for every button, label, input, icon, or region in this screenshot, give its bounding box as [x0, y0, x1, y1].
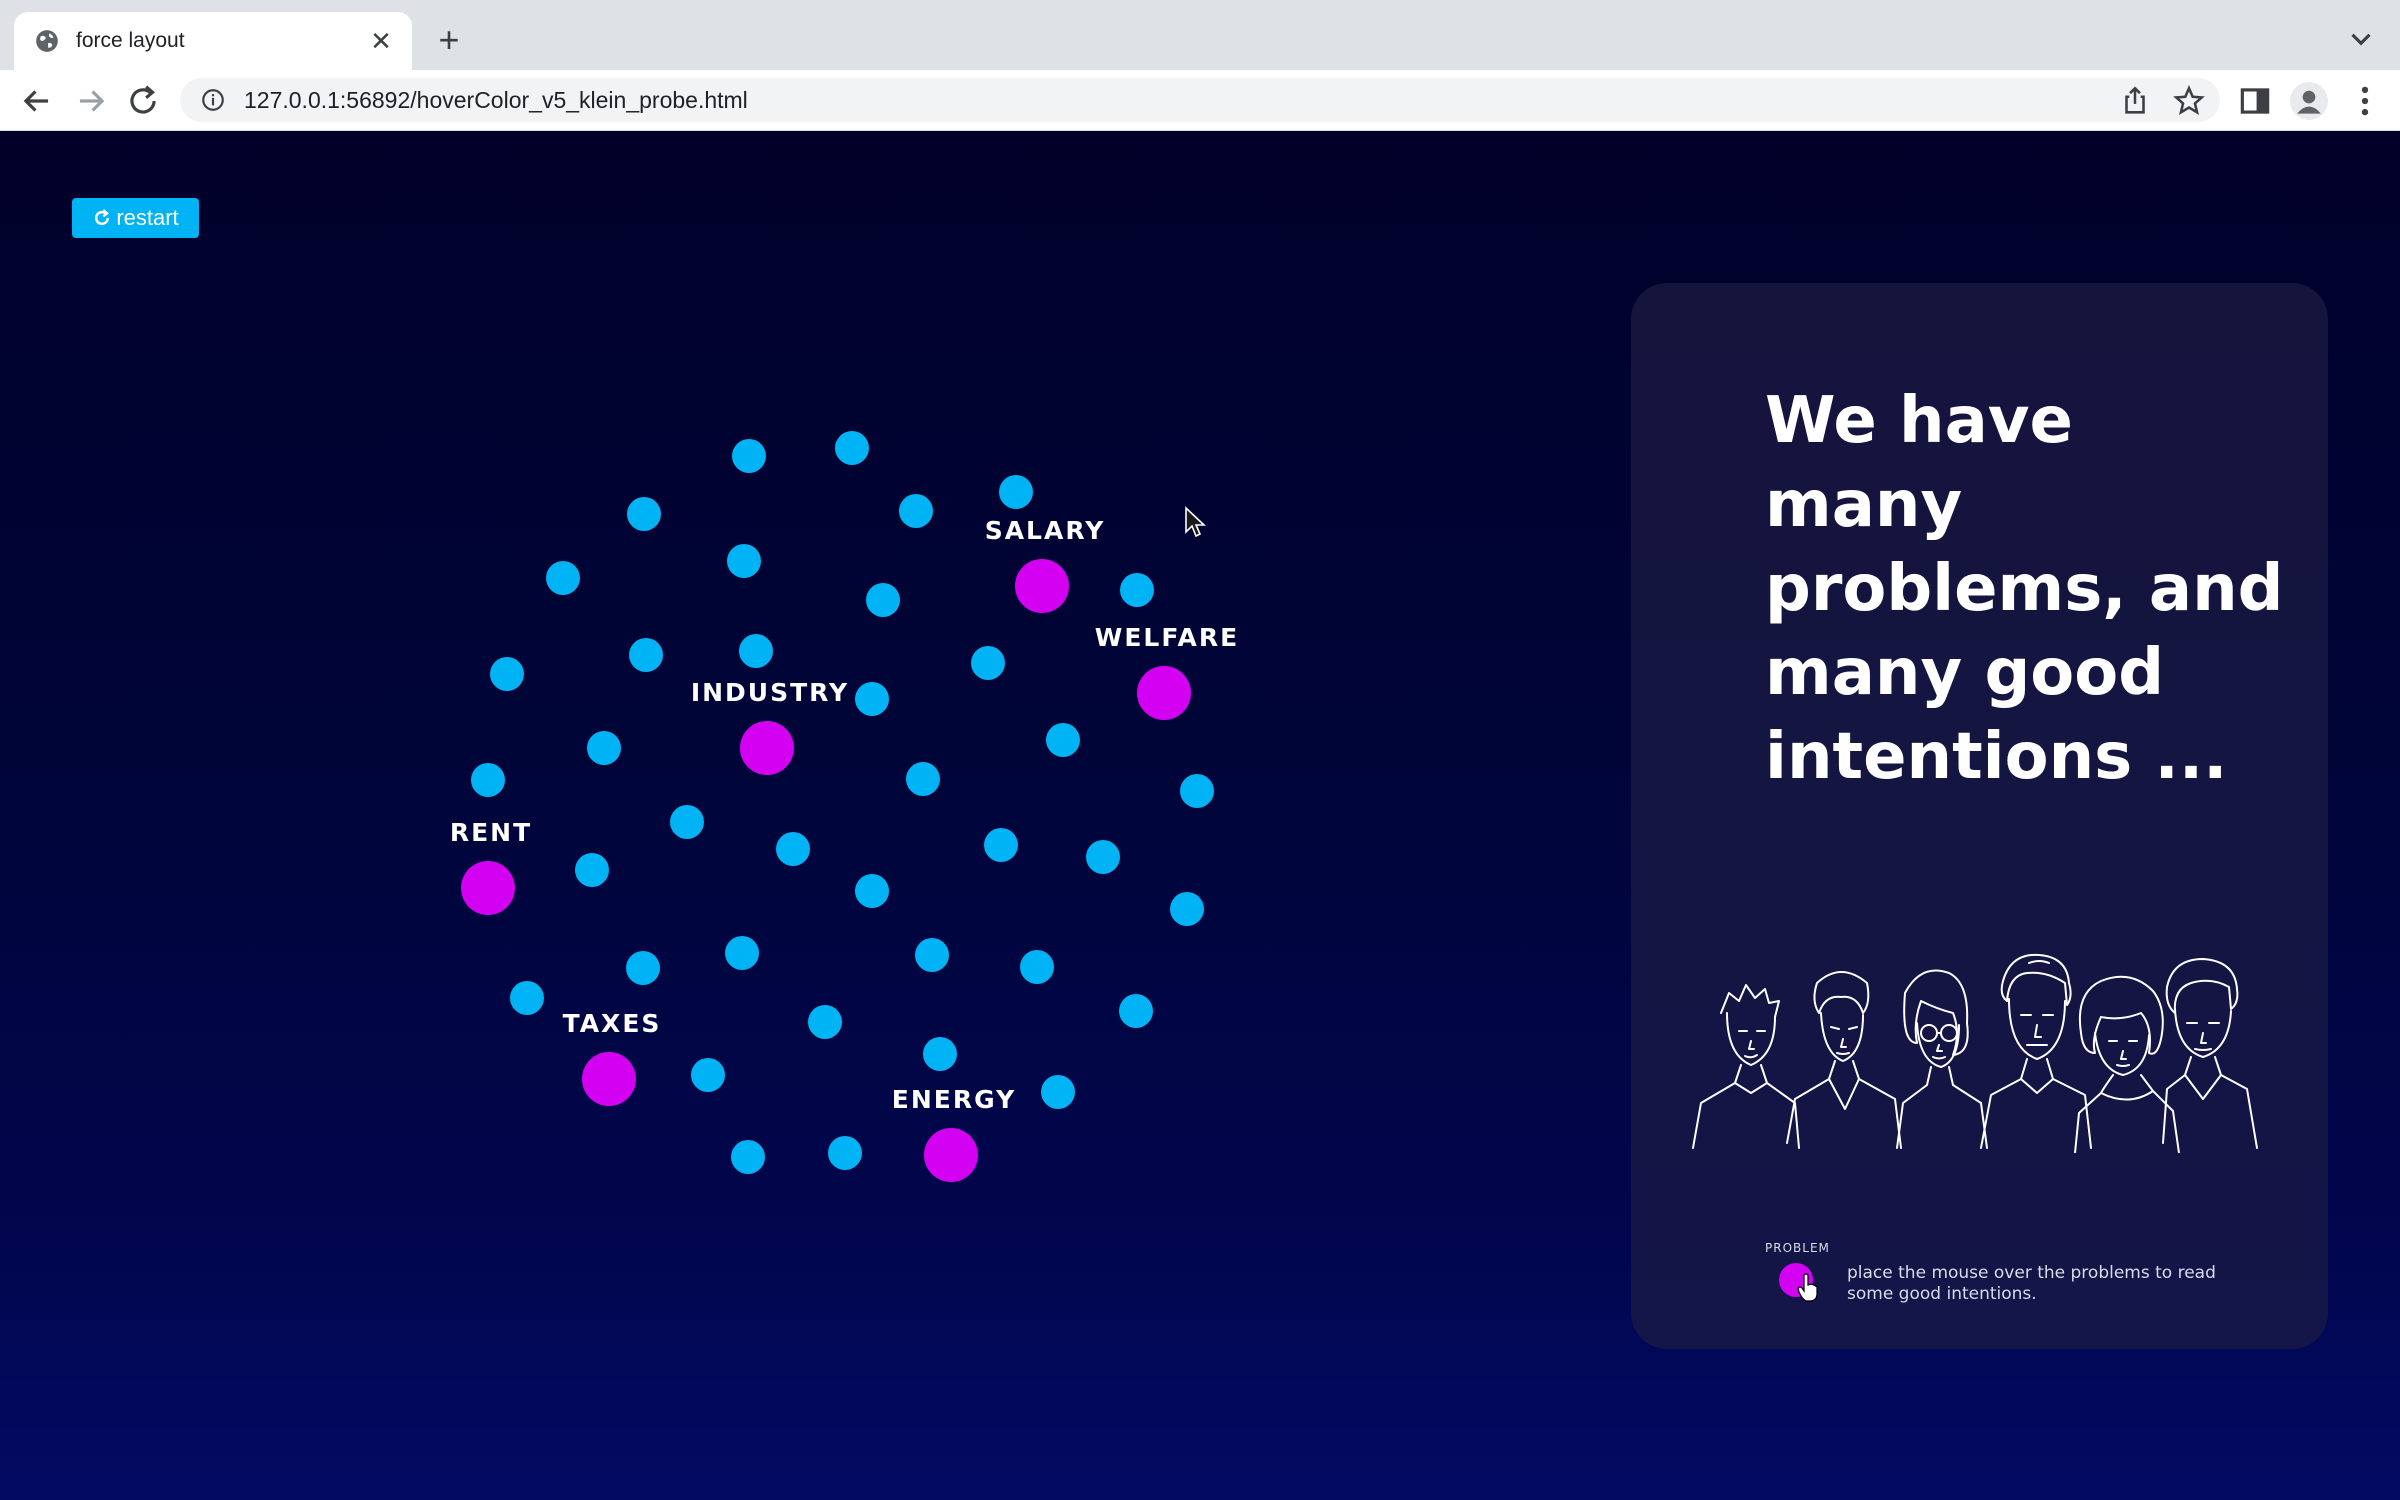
- intention-node: [575, 853, 609, 887]
- side-panel-icon[interactable]: [2236, 82, 2274, 120]
- browser-toolbar: 127.0.0.1:56892/hoverColor_v5_klein_prob…: [0, 70, 2400, 131]
- intention-node: [899, 494, 933, 528]
- back-arrow-icon[interactable]: [18, 82, 56, 120]
- intention-node: [866, 583, 900, 617]
- headline: We have many problems, and many good int…: [1765, 384, 2284, 794]
- share-icon[interactable]: [2118, 84, 2152, 118]
- problem-label: INDUSTRY: [691, 678, 849, 707]
- chevron-down-icon[interactable]: [2344, 22, 2378, 56]
- intention-node: [1120, 573, 1154, 607]
- problem-label: RENT: [450, 818, 532, 847]
- people-illustration: [1692, 953, 2258, 1153]
- intention-node: [1119, 994, 1153, 1028]
- intention-node: [1170, 892, 1204, 926]
- problem-node-rent[interactable]: [461, 861, 515, 915]
- intention-node: [490, 657, 524, 691]
- intention-node: [471, 763, 505, 797]
- tab-strip: force layout ✕ +: [0, 0, 2400, 70]
- reload-icon[interactable]: [124, 82, 162, 120]
- intention-node: [732, 439, 766, 473]
- intention-node: [828, 1136, 862, 1170]
- intention-node: [587, 731, 621, 765]
- mouse-pointer-icon: [1185, 506, 1206, 538]
- intention-node: [629, 638, 663, 672]
- intention-node: [906, 762, 940, 796]
- profile-icon[interactable]: [2290, 82, 2328, 120]
- intention-node: [984, 828, 1018, 862]
- address-bar[interactable]: 127.0.0.1:56892/hoverColor_v5_klein_prob…: [180, 78, 2220, 122]
- intention-node: [1041, 1075, 1075, 1109]
- problem-label: TAXES: [563, 1009, 662, 1038]
- plus-icon[interactable]: +: [428, 20, 470, 62]
- star-icon[interactable]: [2172, 84, 2206, 118]
- intention-node: [510, 981, 544, 1015]
- problem-label: SALARY: [985, 516, 1106, 545]
- intention-node: [626, 951, 660, 985]
- intention-node: [731, 1140, 765, 1174]
- globe-icon: [36, 30, 58, 52]
- intention-node: [1020, 950, 1054, 984]
- intention-node: [835, 431, 869, 465]
- problem-label: WELFARE: [1095, 623, 1239, 652]
- kebab-menu-icon[interactable]: [2346, 82, 2384, 120]
- tab-title: force layout: [76, 29, 185, 52]
- intention-node: [971, 646, 1005, 680]
- hand-cursor-icon: [1797, 1273, 1818, 1302]
- intention-node: [739, 634, 773, 668]
- intention-node: [915, 938, 949, 972]
- intention-node: [727, 544, 761, 578]
- close-icon[interactable]: ✕: [366, 26, 396, 56]
- browser-tab[interactable]: force layout ✕: [14, 12, 412, 70]
- legend-text: place the mouse over the problems to rea…: [1847, 1263, 2216, 1304]
- intention-node: [1180, 774, 1214, 808]
- intention-node: [691, 1058, 725, 1092]
- problem-node-welfare[interactable]: [1137, 666, 1191, 720]
- force-graph: SALARY WELFARE INDUSTRY RENT TAXES ENERGY: [450, 431, 1239, 1182]
- info-icon[interactable]: [200, 87, 226, 113]
- forward-arrow-icon[interactable]: [72, 82, 110, 120]
- problem-label: ENERGY: [892, 1085, 1016, 1114]
- intention-node: [670, 805, 704, 839]
- problem-node-energy[interactable]: [924, 1128, 978, 1182]
- problem-node-industry[interactable]: [740, 721, 794, 775]
- intention-node: [808, 1005, 842, 1039]
- intention-node: [1086, 840, 1120, 874]
- intention-node: [855, 874, 889, 908]
- page-content: restart SALARY WELFARE INDUSTRY RENT TAXES EN…: [0, 131, 2400, 1500]
- intention-node: [776, 832, 810, 866]
- intention-node: [923, 1037, 957, 1071]
- intention-node: [627, 497, 661, 531]
- info-panel: We have many problems, and many good int…: [1631, 283, 2328, 1349]
- legend-label: PROBLEM: [1765, 1241, 1830, 1255]
- problem-node-taxes[interactable]: [582, 1052, 636, 1106]
- problem-node-salary[interactable]: [1015, 559, 1069, 613]
- intention-node: [725, 936, 759, 970]
- intention-node: [1046, 723, 1080, 757]
- intention-node: [546, 561, 580, 595]
- intention-node: [999, 475, 1033, 509]
- url-text: 127.0.0.1:56892/hoverColor_v5_klein_prob…: [244, 86, 748, 113]
- intention-node: [855, 682, 889, 716]
